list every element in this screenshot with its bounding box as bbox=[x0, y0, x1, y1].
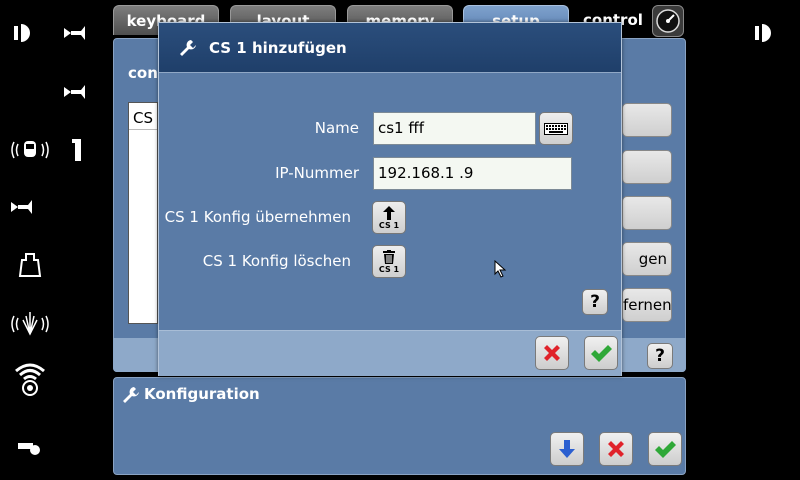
konf-cancel-button[interactable] bbox=[599, 432, 633, 466]
dialog-title: CS 1 hinzufügen bbox=[209, 39, 347, 57]
name-label: Name bbox=[314, 119, 359, 137]
add-button[interactable]: gen bbox=[622, 242, 672, 276]
ip-field[interactable]: 192.168.1 .9 bbox=[373, 157, 572, 190]
take-config-label: CS 1 Konfig übernehmen bbox=[164, 208, 351, 226]
name-field[interactable]: cs1 fff bbox=[373, 112, 536, 145]
dialog-help-button[interactable]: ? bbox=[582, 289, 608, 315]
horn-icon[interactable] bbox=[55, 16, 95, 50]
setup-button-2[interactable] bbox=[622, 150, 672, 184]
setup-panel-title: con bbox=[128, 64, 158, 82]
delete-config-label: CS 1 Konfig löschen bbox=[202, 252, 351, 270]
dialog-ok-button[interactable] bbox=[584, 336, 618, 370]
coupling-icon[interactable] bbox=[58, 133, 98, 167]
function-light-icon[interactable] bbox=[746, 16, 786, 50]
download-button[interactable] bbox=[550, 432, 584, 466]
cross-icon bbox=[544, 345, 560, 361]
list-item[interactable]: CS bbox=[129, 106, 157, 130]
mouse-cursor-icon bbox=[494, 260, 507, 278]
steam-sound-icon[interactable] bbox=[10, 306, 50, 340]
keyboard-icon bbox=[544, 122, 568, 135]
weight-icon[interactable] bbox=[10, 248, 50, 282]
delete-config-button[interactable]: CS 1 bbox=[372, 245, 406, 278]
gauge-icon[interactable] bbox=[652, 5, 684, 37]
cs1-badge: CS 1 bbox=[378, 264, 400, 274]
ip-label: IP-Nummer bbox=[275, 164, 359, 182]
cross-icon bbox=[608, 441, 624, 457]
check-icon bbox=[591, 345, 612, 362]
help-button[interactable]: ? bbox=[647, 343, 673, 369]
function-light-icon[interactable] bbox=[5, 16, 45, 50]
sound-radio-icon[interactable] bbox=[10, 133, 50, 167]
wrench-icon bbox=[123, 387, 139, 403]
konfiguration-title: Konfiguration bbox=[144, 385, 260, 403]
add-cs-dialog: CS 1 hinzufügen Name cs1 fff IP-Nummer 1… bbox=[158, 22, 622, 376]
arrow-down-icon bbox=[559, 440, 575, 458]
dialog-header: CS 1 hinzufügen bbox=[159, 23, 621, 73]
whistle-icon[interactable] bbox=[10, 430, 50, 464]
remove-button[interactable]: fernen bbox=[622, 288, 672, 322]
take-config-button[interactable]: CS 1 bbox=[372, 201, 406, 234]
horn-icon[interactable] bbox=[2, 190, 42, 224]
check-icon bbox=[655, 441, 676, 458]
keyboard-button[interactable] bbox=[539, 112, 573, 145]
wrench-icon bbox=[180, 40, 196, 56]
dialog-cancel-button[interactable] bbox=[535, 336, 569, 370]
trash-icon bbox=[383, 249, 395, 264]
setup-button-1[interactable] bbox=[622, 103, 672, 137]
setup-button-3[interactable] bbox=[622, 196, 672, 230]
cs1-badge: CS 1 bbox=[378, 220, 400, 230]
arrow-up-icon bbox=[383, 205, 395, 220]
cs-list[interactable]: CS bbox=[128, 102, 158, 324]
horn-icon[interactable] bbox=[55, 75, 95, 109]
wifi-sound-icon[interactable] bbox=[10, 362, 50, 396]
konf-ok-button[interactable] bbox=[648, 432, 682, 466]
